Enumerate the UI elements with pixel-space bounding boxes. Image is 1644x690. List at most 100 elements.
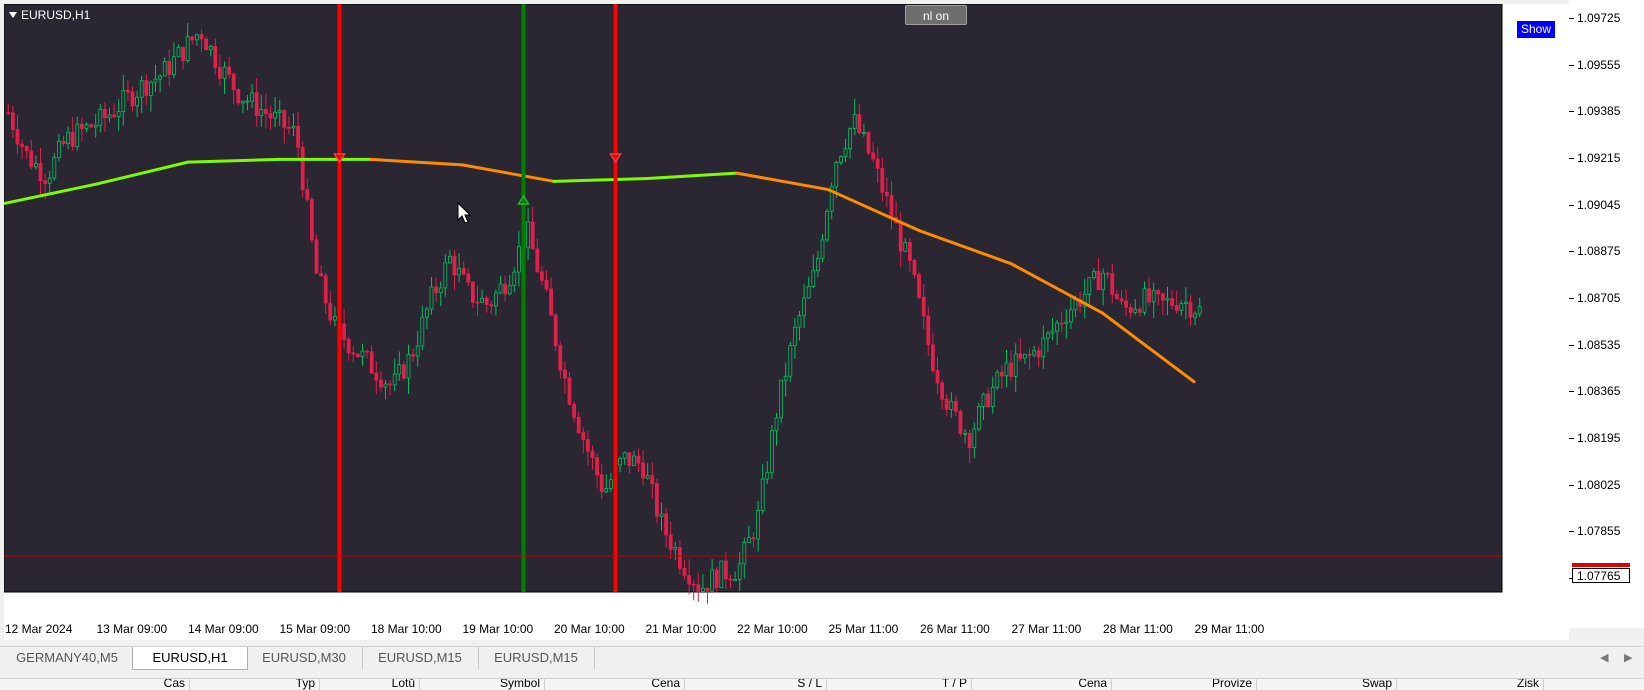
- candle-body: [567, 377, 572, 405]
- candle-body: [424, 308, 429, 318]
- candle-body: [452, 255, 457, 276]
- terminal-column-header[interactable]: S / L: [685, 679, 827, 690]
- candle-body: [126, 90, 130, 93]
- terminal-column-header[interactable]: Zisk: [1397, 679, 1544, 690]
- candle-body: [484, 297, 489, 306]
- candle-body: [213, 45, 218, 68]
- candle-body: [1018, 353, 1023, 359]
- terminal-column-header[interactable]: Čas: [0, 679, 190, 690]
- terminal-column-header[interactable]: Lotů: [320, 679, 420, 690]
- candle-body: [1184, 301, 1188, 304]
- chart-window[interactable]: EURUSD,H1 nl on Show: [4, 4, 1576, 622]
- chart-symbol-label[interactable]: EURUSD,H1: [9, 8, 90, 22]
- candle-body: [61, 140, 66, 144]
- terminal-column-header[interactable]: T / P: [827, 679, 972, 690]
- candle-body: [779, 379, 783, 419]
- candle-body: [618, 457, 622, 466]
- show-button[interactable]: Show: [1516, 20, 1556, 39]
- candle-body: [889, 195, 894, 218]
- terminal-column-header[interactable]: Swap: [1257, 679, 1397, 690]
- candle-body: [319, 272, 324, 277]
- candle-body: [1138, 308, 1142, 313]
- chart-tab[interactable]: EURUSD,M30: [246, 647, 363, 669]
- chart-tab[interactable]: GERMANY40,M5: [2, 647, 133, 669]
- candle-body: [770, 430, 774, 473]
- terminal-column-header[interactable]: Cena: [972, 679, 1112, 690]
- time-tick-label: 29 Mar 11:00: [1194, 622, 1265, 636]
- candle-body: [655, 483, 659, 517]
- candle-body: [940, 382, 944, 400]
- terminal-column-header[interactable]: Cena: [545, 679, 685, 690]
- candle-body: [1124, 300, 1128, 308]
- price-tick-label: 1.08705: [1568, 291, 1621, 305]
- candle-body: [1087, 277, 1092, 295]
- candle-body: [793, 326, 797, 346]
- candle-body: [447, 255, 452, 264]
- candle-body: [1101, 272, 1105, 291]
- candle-body: [875, 158, 880, 169]
- candle-body: [342, 323, 347, 340]
- candle-body: [346, 338, 351, 354]
- candle-body: [802, 297, 806, 317]
- chart-tab[interactable]: EURUSD,M15: [478, 647, 595, 669]
- candle-body: [599, 474, 604, 493]
- chart-tab[interactable]: EURUSD,M15: [362, 647, 479, 669]
- candle-body: [862, 132, 866, 134]
- candle-body: [981, 393, 986, 407]
- candle-body: [296, 125, 301, 148]
- terminal-column-header[interactable]: Provize: [1112, 679, 1257, 690]
- candle-body: [466, 273, 471, 283]
- candle-body: [475, 301, 480, 304]
- terminal-trade-header: Čas Typ Lotů Symbol Cena S / LT / P Cena Proviz…: [0, 678, 1644, 690]
- price-tick-label: 1.08535: [1568, 337, 1621, 352]
- chart-plot-area[interactable]: EURUSD,H1 nl on Show: [4, 4, 1576, 622]
- candle-body: [783, 375, 788, 381]
- price-axis: 1.09725 1.09555 1.09385 1.09215 1.09045 1.088…: [1568, 0, 1644, 628]
- candle-body: [250, 92, 255, 102]
- chart-tab[interactable]: EURUSD,H1: [132, 647, 248, 670]
- tab-scroll-left-icon[interactable]: ◀: [1600, 651, 1608, 664]
- terminal-column-header[interactable]: Typ: [190, 679, 320, 690]
- candle-body: [540, 271, 544, 281]
- candle-body: [816, 257, 820, 272]
- candle-body: [1032, 350, 1036, 356]
- symbol-text: EURUSD,H1: [21, 8, 91, 22]
- candle-body: [756, 510, 760, 540]
- candle-body: [507, 284, 512, 295]
- candle-body: [365, 350, 370, 353]
- candle-body: [273, 111, 278, 119]
- candle-body: [553, 314, 558, 347]
- candle-body: [144, 79, 149, 96]
- price-tick-label: 1.07855: [1568, 524, 1621, 539]
- candle-body: [949, 400, 954, 410]
- candle-body: [1197, 306, 1202, 315]
- price-tick-label: 1.08875: [1568, 244, 1621, 259]
- dropdown-triangle-icon[interactable]: [9, 12, 17, 18]
- candle-body: [967, 433, 972, 449]
- candle-body: [489, 304, 494, 307]
- candle-body: [788, 345, 793, 377]
- terminal-column-header[interactable]: Symbol: [420, 679, 545, 690]
- candle-body: [760, 478, 765, 511]
- time-tick-label: 18 Mar 10:00: [371, 622, 442, 636]
- candle-body: [194, 34, 199, 41]
- candle-body: [885, 191, 889, 196]
- time-tick-label: 25 Mar 11:00: [828, 622, 899, 636]
- candle-body: [406, 354, 411, 379]
- candle-body: [857, 114, 862, 134]
- tab-scroll-right-icon[interactable]: ▶: [1624, 651, 1632, 664]
- candle-body: [309, 198, 314, 241]
- candle-body: [282, 110, 287, 128]
- candle-body: [254, 92, 259, 116]
- candle-body: [1027, 353, 1032, 356]
- candle-body: [181, 46, 186, 61]
- candle-body: [268, 113, 273, 119]
- candle-body: [1161, 293, 1165, 301]
- price-tick-label: 1.09215: [1568, 151, 1621, 165]
- nl-toggle-button[interactable]: nl on: [905, 5, 967, 25]
- candle-body: [388, 383, 393, 386]
- candle-body: [43, 180, 47, 184]
- candle-body: [1023, 353, 1027, 359]
- candle-body: [912, 260, 917, 276]
- candle-body: [963, 433, 967, 435]
